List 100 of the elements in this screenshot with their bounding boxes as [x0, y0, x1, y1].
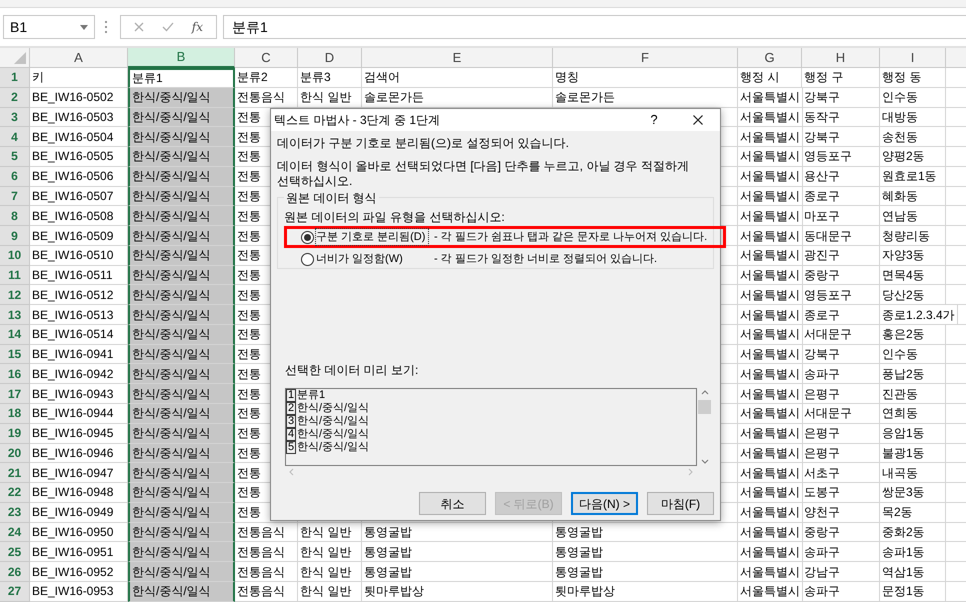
- radio-button[interactable]: [301, 252, 314, 266]
- row-header[interactable]: 9: [0, 226, 30, 246]
- preview-line: 한식/중식/일식: [297, 402, 370, 415]
- radio-label[interactable]: 구분 기호로 분리됨(D): [316, 228, 428, 246]
- row-header[interactable]: 2: [0, 88, 30, 108]
- row-header[interactable]: 21: [0, 463, 30, 484]
- column-header[interactable]: F: [553, 48, 738, 68]
- table-cell: 송파구: [802, 542, 880, 562]
- line-number: 2: [286, 402, 296, 415]
- table-cell: 중화2동: [880, 522, 946, 542]
- table-cell: 서울특별시: [738, 582, 803, 602]
- column-header[interactable]: D: [298, 48, 362, 68]
- table-cell: 응암1동: [880, 424, 946, 444]
- table-cell: 용산구: [802, 166, 880, 187]
- row-header[interactable]: 24: [0, 522, 30, 542]
- row-header[interactable]: 19: [0, 424, 30, 444]
- table-cell: 통영굴밥: [553, 542, 738, 562]
- table-cell: 통영굴밥: [362, 562, 553, 582]
- scroll-up-icon[interactable]: [700, 390, 708, 395]
- row-header[interactable]: 22: [0, 483, 30, 503]
- row-header[interactable]: 25: [0, 542, 30, 562]
- table-cell: 서울특별시: [738, 285, 803, 306]
- row-header[interactable]: 13: [0, 305, 30, 325]
- row-header[interactable]: 23: [0, 502, 30, 523]
- row-header[interactable]: 20: [0, 444, 30, 464]
- table-cell: 도봉구: [802, 483, 880, 503]
- table-cell: 한식/중식/일식: [128, 562, 235, 582]
- table-cell: 한식/중식/일식: [128, 344, 235, 364]
- table-cell: 강북구: [802, 344, 880, 364]
- table-cell: 쌍문3동: [880, 483, 946, 503]
- table-cell: 한식 일반: [298, 582, 362, 602]
- column-header[interactable]: C: [235, 48, 298, 68]
- table-cell: 서울특별시: [738, 88, 803, 108]
- table-cell: 한식/중식/일식: [128, 582, 235, 602]
- table-cell: 강북구: [802, 127, 880, 148]
- table-cell: 한식/중식/일식: [128, 186, 235, 206]
- row-header[interactable]: 1: [0, 68, 30, 88]
- table-cell: 서울특별시: [738, 127, 803, 148]
- radio-label[interactable]: 너비가 일정함(W): [316, 250, 428, 268]
- table-cell: 영등포구: [802, 147, 880, 167]
- row-header[interactable]: 5: [0, 147, 30, 167]
- scroll-down-icon[interactable]: [700, 459, 708, 464]
- table-cell: 강북구: [802, 88, 880, 108]
- name-box[interactable]: B1: [3, 15, 95, 39]
- table-cell: 한식/중식/일식: [128, 424, 235, 444]
- table-cell: 한식/중식/일식: [128, 166, 235, 187]
- table-cell: 서울특별시: [738, 324, 803, 345]
- table-cell: 서울특별시: [738, 305, 803, 325]
- scroll-thumb[interactable]: [698, 400, 711, 414]
- column-header[interactable]: E: [362, 48, 553, 68]
- table-cell: 한식/중식/일식: [128, 364, 235, 384]
- row-header[interactable]: 26: [0, 562, 30, 582]
- row-header[interactable]: 8: [0, 206, 30, 226]
- column-header[interactable]: I: [880, 48, 946, 68]
- column-header[interactable]: B: [128, 48, 235, 68]
- dialog-button[interactable]: 마침(F): [647, 492, 714, 515]
- table-cell: 역삼1동: [880, 562, 946, 582]
- table-cell: 한식/중식/일식: [128, 324, 235, 345]
- table-cell: 서울특별시: [738, 444, 803, 464]
- row-header[interactable]: 16: [0, 364, 30, 384]
- row-header[interactable]: 6: [0, 166, 30, 187]
- dialog-button[interactable]: 다음(N) >: [571, 492, 638, 515]
- column-header[interactable]: G: [738, 48, 802, 68]
- row-header[interactable]: 3: [0, 108, 30, 128]
- dialog-button[interactable]: 취소: [419, 492, 486, 515]
- check-icon[interactable]: [162, 22, 174, 32]
- table-cell: 송파1동: [880, 542, 946, 562]
- table-cell: 한식/중식/일식: [128, 88, 235, 108]
- table-cell: 한식/중식/일식: [128, 246, 235, 266]
- radio-button[interactable]: [301, 230, 314, 244]
- row-header[interactable]: 18: [0, 404, 30, 424]
- column-header[interactable]: A: [30, 48, 128, 68]
- table-cell: 서울특별시: [738, 404, 803, 424]
- table-cell: 한식 일반: [298, 562, 362, 582]
- table-cell: 진관동: [880, 384, 946, 404]
- table-cell: 통영굴밥: [553, 562, 738, 582]
- table-cell: 서울특별시: [738, 384, 803, 404]
- column-header[interactable]: H: [802, 48, 880, 68]
- row-header[interactable]: 4: [0, 127, 30, 148]
- dropdown-caret-icon[interactable]: [80, 24, 88, 30]
- row-header[interactable]: 15: [0, 344, 30, 364]
- help-button[interactable]: ?: [632, 109, 676, 131]
- close-icon[interactable]: [693, 115, 703, 125]
- table-cell: 대방동: [880, 108, 946, 128]
- row-header[interactable]: 14: [0, 324, 30, 345]
- line-number: 4: [286, 428, 296, 441]
- row-header[interactable]: 12: [0, 285, 30, 306]
- table-cell: 홍은2동: [880, 324, 946, 345]
- row-header[interactable]: 17: [0, 384, 30, 404]
- row-header[interactable]: 10: [0, 246, 30, 266]
- row-header[interactable]: 11: [0, 266, 30, 286]
- cancel-icon[interactable]: [134, 22, 144, 32]
- table-cell: 풍납2동: [880, 364, 946, 384]
- table-cell: 서대문구: [802, 324, 880, 345]
- table-cell: 한식/중식/일식: [128, 522, 235, 542]
- row-header[interactable]: 7: [0, 186, 30, 206]
- insert-function-button[interactable]: fx: [192, 18, 204, 36]
- formula-field[interactable]: 분류1: [223, 15, 966, 39]
- row-header[interactable]: 27: [0, 582, 30, 602]
- table-cell: 중랑구: [802, 266, 880, 286]
